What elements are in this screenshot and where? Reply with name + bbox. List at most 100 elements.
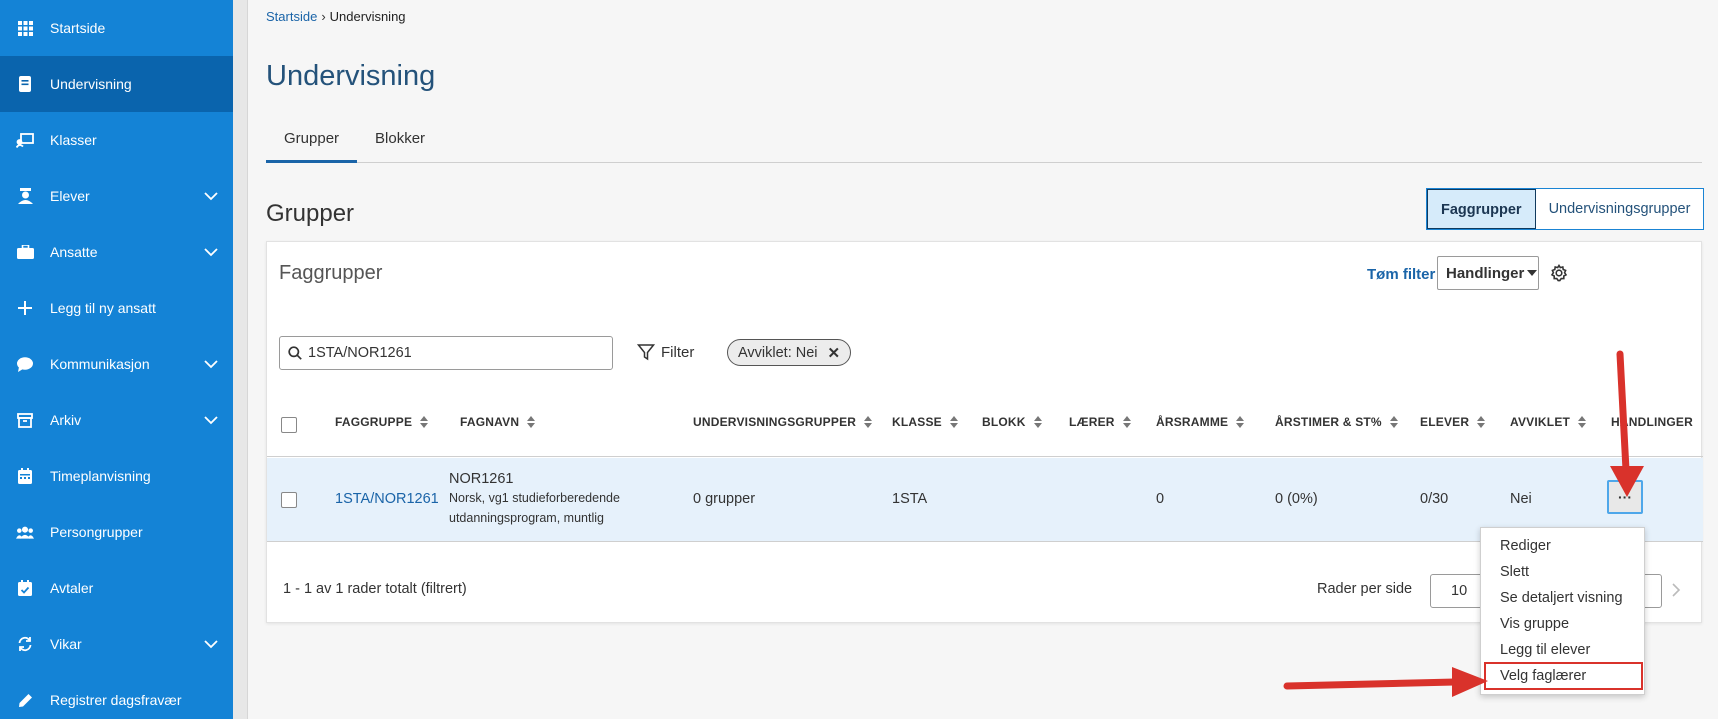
fagnavn-description: utdanningsprogram, muntlig	[449, 511, 604, 525]
sidebar-item-klasser[interactable]: Klasser	[0, 112, 233, 168]
column-header-label: LÆRER	[1069, 415, 1115, 429]
undervisningsgrupper-toggle-button[interactable]: Undervisningsgrupper	[1535, 189, 1704, 229]
sidebar-item-label: Registrer dagsfravær	[50, 692, 182, 708]
faggruppe-link[interactable]: 1STA/NOR1261	[335, 491, 439, 507]
breadcrumb-separator-icon: ›	[321, 9, 326, 24]
sidebar-item-label: Legg til ny ansatt	[50, 300, 156, 316]
sidebar-item-label: Avtaler	[50, 580, 94, 596]
sidebar-item-ansatte[interactable]: Ansatte	[0, 224, 233, 280]
actions-dropdown-label: Handlinger	[1446, 264, 1525, 282]
column-header-undervisningsgrupper[interactable]: UNDERVISNINGSGRUPPER	[693, 415, 873, 429]
page-title: Undervisning	[266, 60, 436, 92]
gear-icon[interactable]	[1550, 264, 1568, 282]
calendar-icon	[16, 467, 34, 485]
sidebar-item-arkiv[interactable]: Arkiv	[0, 392, 233, 448]
search-field[interactable]	[279, 336, 613, 370]
sidebar-item-timeplanvisning[interactable]: Timeplanvisning	[0, 448, 233, 504]
row-checkbox[interactable]	[281, 492, 297, 508]
chevron-down-icon[interactable]	[203, 636, 219, 652]
tab-blokker[interactable]: Blokker	[357, 122, 443, 163]
tab-grupper[interactable]: Grupper	[266, 122, 358, 163]
menu-item-legg-til-elever[interactable]: Legg til elever	[1500, 642, 1590, 658]
sidebar-item-label: Arkiv	[50, 412, 82, 428]
chevron-down-icon[interactable]	[203, 244, 219, 260]
classroom-icon	[16, 131, 34, 149]
column-header-faggruppe[interactable]: FAGGRUPPE	[335, 415, 429, 429]
breadcrumb-current: Undervisning	[329, 9, 406, 24]
fagnavn-description: Norsk, vg1 studieforberedende	[449, 491, 620, 505]
arsramme-cell: 0	[1156, 491, 1165, 507]
faggrupper-toggle-button[interactable]: Faggrupper	[1427, 189, 1536, 229]
view-toggle: Faggrupper Undervisningsgrupper	[1426, 188, 1705, 230]
sidebar-item-label: Vikar	[50, 636, 82, 652]
sidebar-item-legg-til-ny-ansatt[interactable]: Legg til ny ansatt	[0, 280, 233, 336]
search-input[interactable]	[308, 345, 588, 361]
menu-item-rediger[interactable]: Rediger	[1500, 538, 1551, 554]
sort-icon	[949, 416, 958, 428]
close-icon[interactable]: ✕	[828, 344, 841, 362]
grid-icon	[16, 19, 34, 37]
chat-icon	[16, 355, 34, 373]
sidebar-item-elever[interactable]: Elever	[0, 168, 233, 224]
fagnavn-cell: NOR1261 Norsk, vg1 studieforberedende ut…	[449, 471, 669, 528]
filter-button[interactable]: Filter	[637, 343, 694, 361]
menu-item-vis-gruppe[interactable]: Vis gruppe	[1500, 616, 1569, 632]
select-all-checkbox[interactable]	[281, 417, 297, 433]
sidebar-item-label: Startside	[50, 20, 106, 36]
filter-label: Filter	[661, 343, 695, 361]
clear-filter-button[interactable]: Tøm filter	[1367, 266, 1435, 283]
sidebar-item-undervisning[interactable]: Undervisning	[0, 56, 233, 112]
archive-icon	[16, 411, 34, 429]
column-header-label: UNDERVISNINGSGRUPPER	[693, 415, 857, 429]
search-icon	[288, 346, 302, 360]
column-header-klasse[interactable]: KLASSE	[892, 415, 958, 429]
column-header-label: BLOKK	[982, 415, 1026, 429]
chevron-right-icon[interactable]	[1669, 580, 1683, 600]
column-header-laerer[interactable]: LÆRER	[1069, 415, 1131, 429]
column-header-arstimer[interactable]: ÅRSTIMER & ST%	[1275, 415, 1398, 429]
chevron-down-icon[interactable]	[203, 412, 219, 428]
column-header-label: FAGGRUPPE	[335, 415, 413, 429]
sidebar-item-label: Timeplanvisning	[50, 468, 151, 484]
column-header-label: HANDLINGER	[1611, 415, 1693, 429]
sidebar-item-startside[interactable]: Startside	[0, 0, 233, 56]
sidebar-item-kommunikasjon[interactable]: Kommunikasjon	[0, 336, 233, 392]
sort-icon	[1578, 416, 1587, 428]
elever-cell: 0/30	[1420, 491, 1449, 507]
book-icon	[16, 75, 34, 93]
tab-bar: Grupper Blokker	[266, 122, 1702, 163]
menu-item-velg-faglaerer[interactable]: Velg faglærer	[1500, 668, 1586, 684]
sidebar-item-label: Klasser	[50, 132, 97, 148]
sidebar-item-vikar[interactable]: Vikar	[0, 616, 233, 672]
sidebar-item-persongrupper[interactable]: Persongrupper	[0, 504, 233, 560]
sidebar-item-registrer-dagsfravaer[interactable]: Registrer dagsfravær	[0, 672, 233, 719]
column-header-handlinger: HANDLINGER	[1611, 415, 1693, 429]
menu-item-slett[interactable]: Slett	[1500, 564, 1529, 580]
student-icon	[16, 187, 34, 205]
row-actions-menu: Rediger Slett Se detaljert visning Vis g…	[1480, 527, 1645, 695]
section-title: Grupper	[266, 200, 355, 227]
breadcrumb: Startside › Undervisning	[266, 9, 406, 24]
column-header-avviklet[interactable]: AVVIKLET	[1510, 415, 1587, 429]
column-header-blokk[interactable]: BLOKK	[982, 415, 1042, 429]
column-header-arsramme[interactable]: ÅRSRAMME	[1156, 415, 1245, 429]
actions-dropdown-button[interactable]: Handlinger	[1437, 256, 1539, 290]
chevron-down-icon[interactable]	[203, 188, 219, 204]
sort-icon	[864, 416, 873, 428]
menu-item-se-detaljert-visning[interactable]: Se detaljert visning	[1500, 590, 1623, 606]
chevron-down-icon[interactable]	[203, 356, 219, 372]
column-header-label: AVVIKLET	[1510, 415, 1571, 429]
fagnavn-code: NOR1261	[449, 471, 514, 487]
calendar-check-icon	[16, 579, 34, 597]
sidebar-item-avtaler[interactable]: Avtaler	[0, 560, 233, 616]
avviklet-cell: Nei	[1510, 491, 1532, 507]
pencil-icon	[16, 691, 34, 709]
people-icon	[16, 523, 34, 541]
rows-per-page-label: Rader per side	[1317, 581, 1413, 597]
sort-icon	[1477, 416, 1486, 428]
column-header-label: KLASSE	[892, 415, 942, 429]
breadcrumb-home-link[interactable]: Startside	[266, 9, 317, 24]
column-header-elever[interactable]: ELEVER	[1420, 415, 1486, 429]
row-actions-button[interactable]: ···	[1607, 480, 1643, 514]
column-header-fagnavn[interactable]: FAGNAVN	[460, 415, 536, 429]
